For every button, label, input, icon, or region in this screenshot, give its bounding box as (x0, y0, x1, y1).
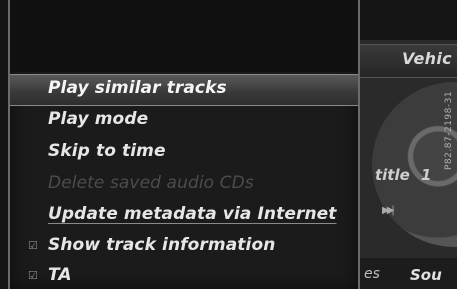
menu-item-label: Skip to time (48, 141, 166, 161)
menu-item-show-track-information[interactable]: ☑ Show track information (10, 232, 358, 262)
options-menu: Play similar tracks Play mode Skip to ti… (8, 0, 360, 289)
track-number: 1 (421, 166, 432, 184)
media-screen: Vehic title 1 ▶▶| es Sou P82.87-2198-31 … (0, 0, 457, 289)
menu-item-label: Show track information (48, 235, 276, 255)
menu-item-update-metadata[interactable]: Update metadata via Internet (10, 201, 358, 231)
menu-top-area (10, 0, 358, 72)
media-header-title: Vehic (402, 49, 452, 68)
menu-item-label: Play similar tracks (48, 78, 227, 98)
menu-item-skip-to-time[interactable]: Skip to time (10, 138, 358, 168)
track-label: title (375, 166, 410, 184)
skip-forward-icon[interactable]: ▶▶| (382, 205, 395, 216)
menu-item-label: Update metadata via Internet (48, 204, 337, 224)
menu-item-delete-saved-audio-cds: Delete saved audio CDs (10, 170, 358, 200)
image-reference-code: P82.87-2198-31 (444, 90, 454, 170)
bottom-menu-item-partial[interactable]: es (364, 266, 380, 282)
checkbox-checked-icon[interactable]: ☑ (28, 240, 38, 251)
bottom-menu-item-source[interactable]: Sou (410, 266, 442, 284)
checkbox-checked-icon[interactable]: ☑ (28, 270, 38, 281)
menu-item-label: Play mode (48, 109, 149, 129)
menu-item-play-mode[interactable]: Play mode (10, 106, 358, 136)
menu-item-play-similar-tracks[interactable]: Play similar tracks (10, 74, 358, 106)
menu-item-ta[interactable]: ☑ TA (10, 262, 358, 289)
menu-item-label: TA (48, 265, 72, 285)
menu-item-label: Delete saved audio CDs (48, 173, 254, 193)
